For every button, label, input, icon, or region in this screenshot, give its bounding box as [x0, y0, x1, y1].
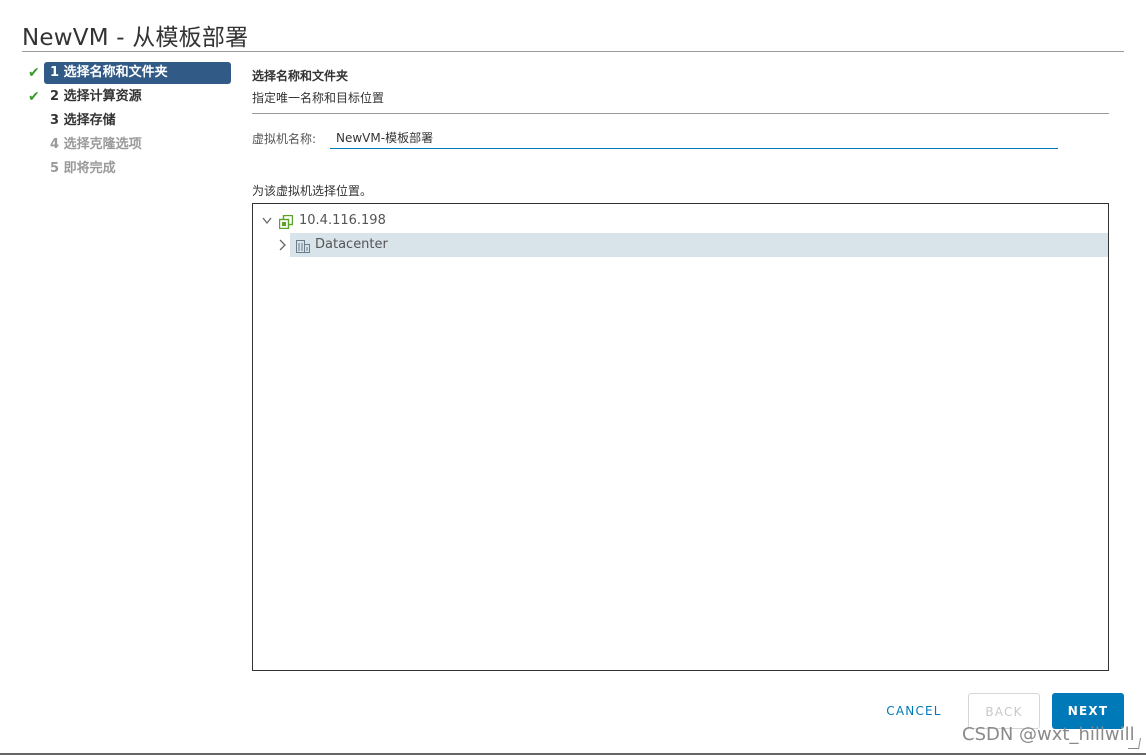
vm-name-label: 虚拟机名称: — [252, 132, 317, 146]
tree-node-label: 10.4.116.198 — [299, 213, 386, 228]
step-label: 2 选择计算资源 — [50, 89, 142, 104]
step-label: 1 选择名称和文件夹 — [44, 62, 231, 84]
check-icon: ✔ — [28, 65, 40, 81]
tree-node-datacenter[interactable]: Datacenter — [253, 233, 1108, 257]
resize-grip[interactable] — [1128, 738, 1141, 749]
vm-name-input[interactable] — [330, 127, 1058, 149]
check-icon: ✔ — [28, 89, 40, 105]
deploy-from-template-dialog: NewVM - 从模板部署 ✔ 1 选择名称和文件夹 ✔ 2 选择计算资源 3 … — [0, 0, 1146, 755]
tree-node-vcenter[interactable]: 10.4.116.198 — [253, 209, 1108, 233]
step-label: 4 选择克隆选项 — [50, 137, 142, 152]
step-ready-to-complete: 5 即将完成 — [28, 158, 234, 182]
cancel-button[interactable]: CANCEL — [874, 693, 954, 729]
section-title: 选择名称和文件夹 — [252, 69, 349, 83]
step-label: 5 即将完成 — [50, 161, 116, 176]
step-label: 3 选择存储 — [50, 113, 116, 128]
step-select-storage[interactable]: 3 选择存储 — [28, 110, 234, 134]
location-tree: 10.4.116.198 Datacenter — [252, 203, 1109, 671]
vcenter-icon — [278, 214, 294, 230]
section-subtitle: 指定唯一名称和目标位置 — [252, 91, 385, 105]
datacenter-icon — [296, 238, 310, 253]
section-divider — [252, 113, 1109, 114]
wizard-steps: ✔ 1 选择名称和文件夹 ✔ 2 选择计算资源 3 选择存储 4 选择克隆选项 … — [28, 62, 234, 182]
tree-node-label: Datacenter — [315, 237, 388, 252]
selected-row-highlight — [290, 233, 1108, 257]
step-select-compute-resource[interactable]: ✔ 2 选择计算资源 — [28, 86, 234, 110]
step-select-clone-options: 4 选择克隆选项 — [28, 134, 234, 158]
watermark: CSDN @wxt_hillwill — [962, 724, 1135, 745]
dialog-title: NewVM - 从模板部署 — [22, 25, 249, 51]
chevron-down-icon[interactable] — [260, 209, 274, 233]
title-divider — [22, 51, 1124, 52]
chevron-right-icon[interactable] — [275, 233, 289, 257]
step-select-name-folder[interactable]: ✔ 1 选择名称和文件夹 — [28, 62, 234, 86]
location-label: 为该虚拟机选择位置。 — [252, 184, 373, 198]
